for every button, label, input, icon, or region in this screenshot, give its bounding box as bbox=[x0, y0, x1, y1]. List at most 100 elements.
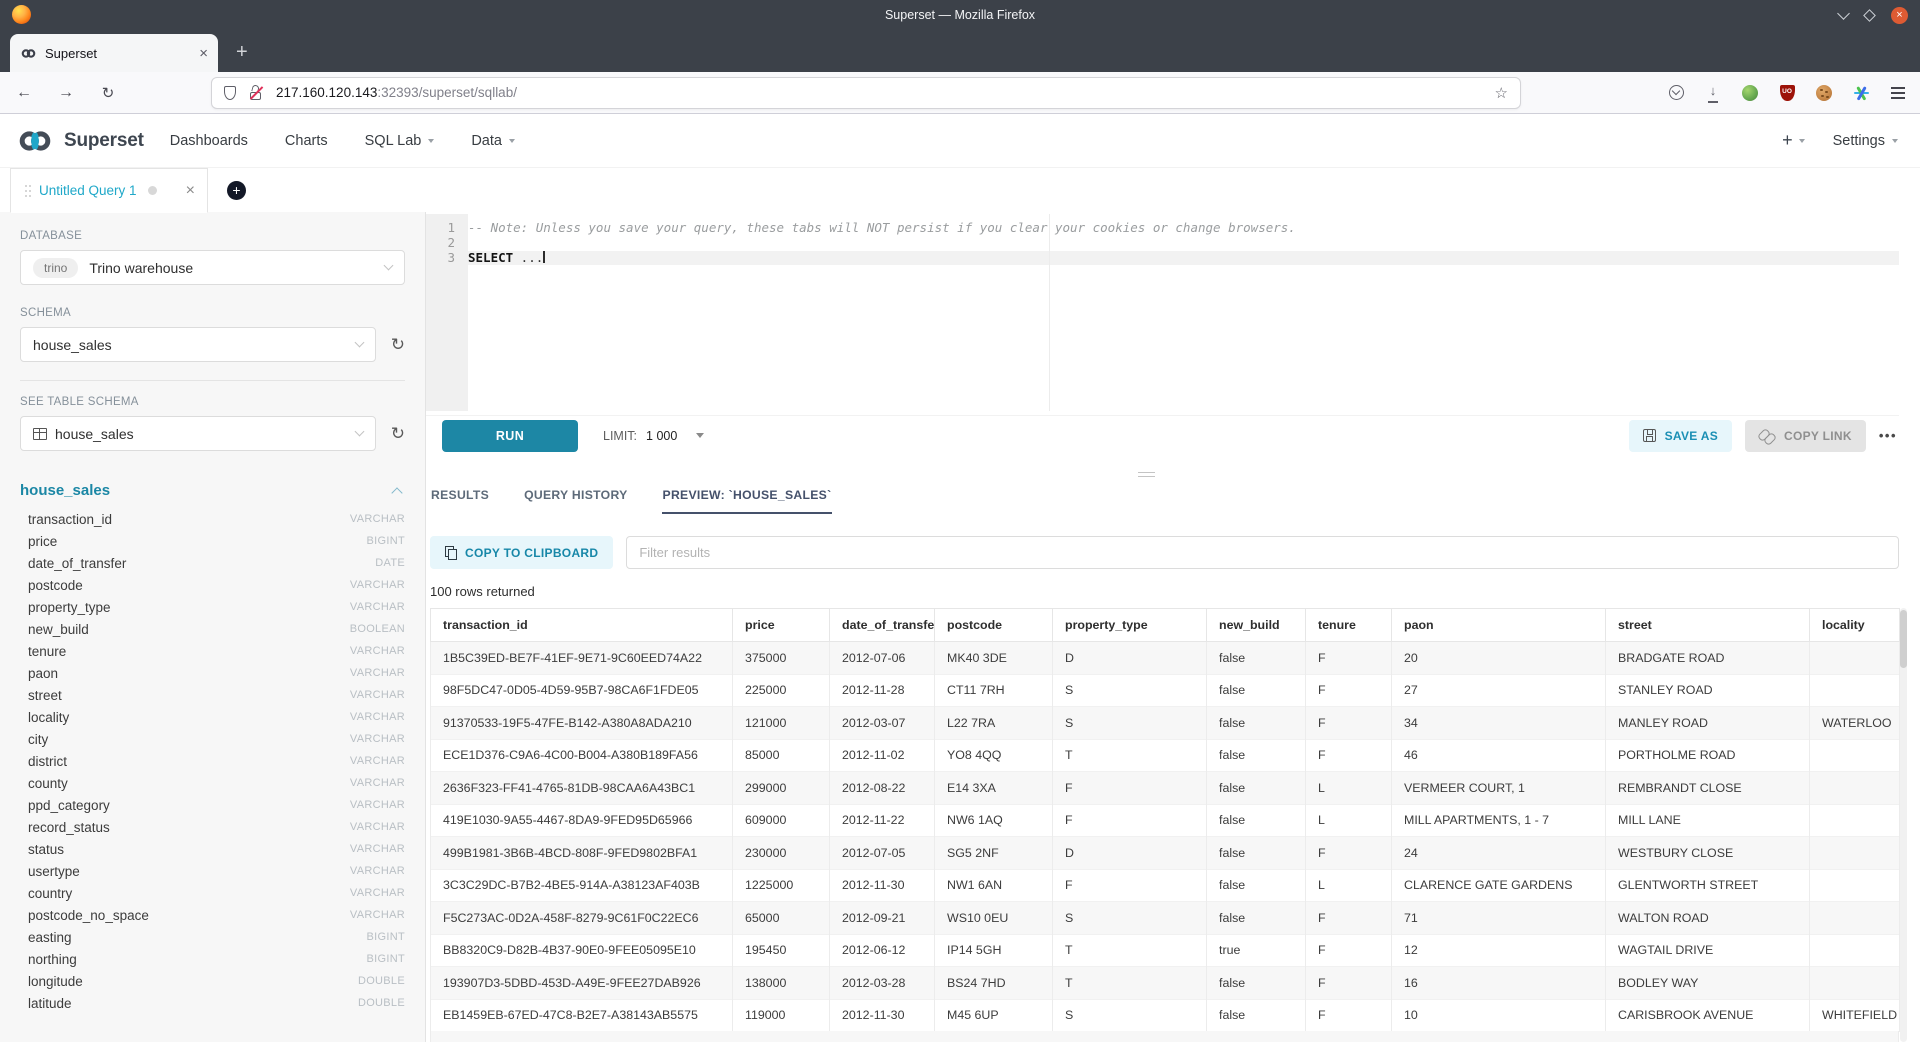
tab-query-history[interactable]: QUERY HISTORY bbox=[523, 484, 628, 514]
column-name: date_of_transfer bbox=[28, 556, 126, 571]
table-cell: 85000 bbox=[733, 739, 830, 772]
nav-item-charts[interactable]: Charts bbox=[285, 133, 328, 149]
cookie-extension-icon[interactable] bbox=[1816, 85, 1832, 101]
column-name: property_type bbox=[28, 600, 111, 615]
more-options-icon[interactable] bbox=[1879, 428, 1897, 443]
column-header[interactable]: property_type bbox=[1053, 609, 1207, 642]
table-cell: EB1459EB-67ED-47C8-B2E7-A38143AB5575 bbox=[431, 999, 733, 1032]
column-header[interactable]: transaction_id bbox=[431, 609, 733, 642]
table-schema-header[interactable]: house_sales bbox=[20, 482, 405, 499]
column-name: longitude bbox=[28, 974, 83, 989]
new-tab-button[interactable] bbox=[236, 39, 248, 65]
schema-select[interactable]: house_sales bbox=[20, 327, 376, 362]
column-header[interactable]: date_of_transfer bbox=[830, 609, 935, 642]
copy-link-button[interactable]: COPY LINK bbox=[1745, 420, 1866, 452]
unsaved-dot-icon bbox=[148, 186, 157, 195]
bookmark-star-icon[interactable] bbox=[1495, 84, 1508, 102]
browser-tab-title: Superset bbox=[45, 46, 97, 61]
tab-results[interactable]: RESULTS bbox=[430, 484, 490, 514]
table-cell: 1225000 bbox=[733, 869, 830, 902]
window-minimize-icon[interactable] bbox=[1837, 7, 1850, 20]
schema-column-row: date_of_transfer DATE bbox=[20, 552, 405, 574]
column-name: city bbox=[28, 732, 48, 747]
consent-asterisk-icon[interactable] bbox=[1854, 85, 1869, 100]
nav-item-dashboards[interactable]: Dashboards bbox=[170, 133, 248, 149]
pocket-icon[interactable] bbox=[1669, 85, 1684, 100]
back-icon[interactable] bbox=[14, 83, 34, 103]
window-maximize-icon[interactable] bbox=[1863, 9, 1876, 22]
table-cell: IP14 5GH bbox=[935, 934, 1053, 967]
ublock-shield-icon[interactable] bbox=[1780, 85, 1795, 101]
table-cell: CLARENCE GATE GARDENS bbox=[1392, 869, 1606, 902]
tab-close-icon[interactable] bbox=[199, 45, 208, 62]
limit-dropdown[interactable]: LIMIT: 1 000 bbox=[603, 429, 704, 443]
downloads-icon[interactable] bbox=[1708, 82, 1719, 103]
column-name: postcode bbox=[28, 578, 83, 593]
column-header[interactable]: new_build bbox=[1207, 609, 1306, 642]
table-cell: L bbox=[1306, 772, 1392, 805]
table-cell: F bbox=[1306, 837, 1392, 870]
table-row: F5C273AC-0D2A-458F-8279-9C61F0C22EC66500… bbox=[431, 902, 1900, 935]
settings-menu[interactable]: Settings bbox=[1833, 133, 1898, 149]
column-type: BIGINT bbox=[367, 535, 405, 547]
column-type: VARCHAR bbox=[350, 689, 405, 701]
reload-icon[interactable] bbox=[98, 83, 118, 103]
browser-tab[interactable]: Superset bbox=[10, 34, 218, 72]
database-select[interactable]: trino Trino warehouse bbox=[20, 250, 405, 285]
browser-tab-bar: Superset bbox=[0, 30, 1920, 72]
link-icon bbox=[1759, 428, 1775, 444]
column-type: VARCHAR bbox=[350, 711, 405, 723]
table-cell: SG5 2NF bbox=[935, 837, 1053, 870]
column-type: VARCHAR bbox=[350, 865, 405, 877]
drag-handle-icon[interactable] bbox=[25, 185, 27, 187]
save-as-button[interactable]: SAVE AS bbox=[1629, 420, 1732, 452]
table-scrollbar[interactable] bbox=[1900, 608, 1907, 1042]
table-cell bbox=[1810, 739, 1900, 772]
add-query-tab-button[interactable] bbox=[227, 181, 246, 200]
tracking-protection-shield-icon[interactable] bbox=[224, 86, 236, 100]
run-button[interactable]: RUN bbox=[442, 420, 578, 452]
query-tab[interactable]: Untitled Query 1 bbox=[10, 168, 208, 213]
table-cell: L22 7RA bbox=[935, 707, 1053, 740]
column-header[interactable]: price bbox=[733, 609, 830, 642]
extension-green-icon[interactable] bbox=[1742, 85, 1758, 101]
copy-to-clipboard-button[interactable]: COPY TO CLIPBOARD bbox=[430, 536, 613, 569]
table-cell: L bbox=[1306, 869, 1392, 902]
window-close-icon[interactable] bbox=[1891, 7, 1908, 24]
forward-icon[interactable] bbox=[56, 83, 76, 103]
column-header[interactable]: street bbox=[1606, 609, 1810, 642]
add-new-button[interactable]: + bbox=[1782, 130, 1805, 151]
insecure-lock-icon[interactable] bbox=[248, 85, 264, 101]
table-cell: 91370533-19F5-47FE-B142-A380A8ADA210 bbox=[431, 707, 733, 740]
results-tabs: RESULTS QUERY HISTORY PREVIEW: `HOUSE_SA… bbox=[430, 484, 832, 514]
column-header[interactable]: tenure bbox=[1306, 609, 1392, 642]
schema-column-row: paon VARCHAR bbox=[20, 662, 405, 684]
editor-code[interactable]: -- Note: Unless you save your query, the… bbox=[468, 221, 1899, 265]
table-cell: 499B1981-3B6B-4BCD-808F-9FED9802BFA1 bbox=[431, 837, 733, 870]
collapse-chevron-icon[interactable] bbox=[391, 487, 402, 498]
table-select[interactable]: house_sales bbox=[20, 416, 376, 451]
nav-item-sql-lab[interactable]: SQL Lab bbox=[365, 133, 435, 149]
table-icon bbox=[33, 428, 47, 440]
nav-item-data[interactable]: Data bbox=[471, 133, 515, 149]
sql-editor[interactable]: 1 2 3 -- Note: Unless you save your quer… bbox=[426, 214, 1899, 411]
chevron-down-icon bbox=[1892, 139, 1898, 146]
column-name: postcode_no_space bbox=[28, 908, 149, 923]
table-cell: T bbox=[1053, 967, 1207, 1000]
column-header[interactable]: paon bbox=[1392, 609, 1606, 642]
superset-brand[interactable]: Superset bbox=[16, 130, 144, 152]
tab-preview-house-sales[interactable]: PREVIEW: `HOUSE_SALES` bbox=[662, 484, 833, 514]
refresh-schemas-icon[interactable] bbox=[391, 335, 405, 355]
scrollbar-thumb[interactable] bbox=[1900, 610, 1907, 668]
query-tab-close-icon[interactable] bbox=[186, 182, 195, 200]
hamburger-menu-icon[interactable] bbox=[1891, 92, 1905, 94]
pane-resize-handle-icon[interactable] bbox=[1138, 472, 1155, 477]
column-header[interactable]: locality bbox=[1810, 609, 1900, 642]
url-bar[interactable]: 217.160.120.143:32393/superset/sqllab/ bbox=[211, 77, 1521, 109]
table-cell bbox=[1810, 772, 1900, 805]
refresh-tables-icon[interactable] bbox=[391, 424, 405, 444]
filter-results-input[interactable] bbox=[626, 536, 1899, 569]
divider bbox=[20, 380, 405, 381]
column-header[interactable]: postcode bbox=[935, 609, 1053, 642]
superset-logo-icon bbox=[16, 130, 54, 152]
